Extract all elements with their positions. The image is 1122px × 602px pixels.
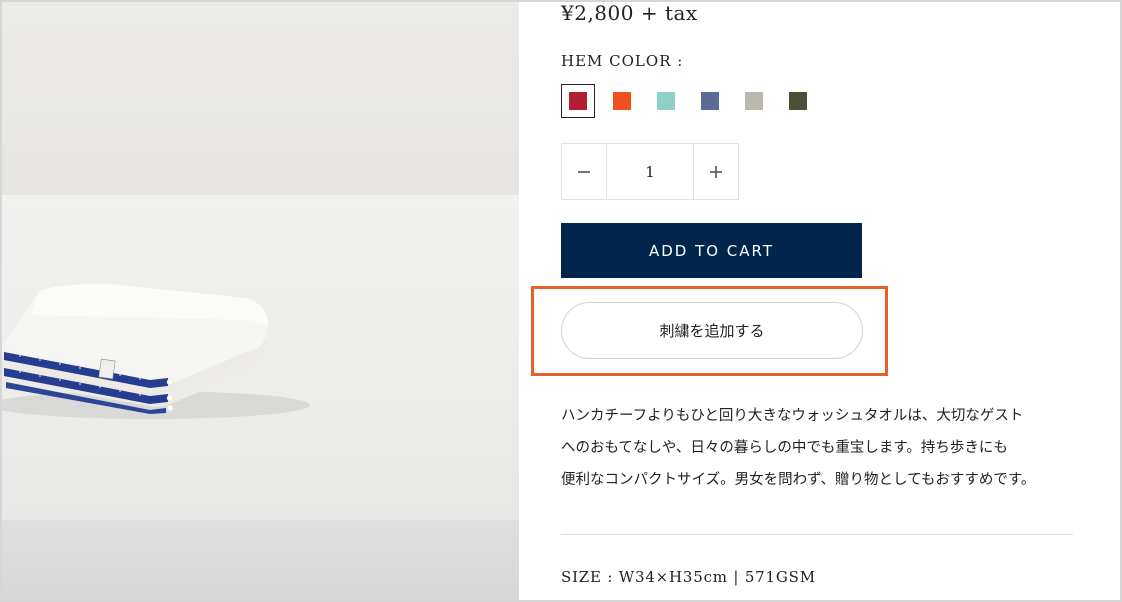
swatch-light-gray[interactable] (737, 84, 771, 118)
swatch-chip (613, 92, 631, 110)
swatch-red[interactable] (561, 84, 595, 118)
hem-color-label: HEM COLOR : (561, 52, 684, 70)
description-line: ハンカチーフよりもひと回り大きなウォッシュタオルは、大切なゲスト (561, 408, 1024, 424)
description-line: 便利なコンパクトサイズ。男女を問わず、贈り物としてもおすすめです。 (561, 472, 1036, 488)
swatch-orange[interactable] (605, 84, 639, 118)
plus-icon (710, 165, 722, 178)
increase-quantity-button[interactable] (694, 144, 738, 199)
product-price: ¥2,800 + tax (561, 1, 698, 25)
add-to-cart-button[interactable]: ADD TO CART (561, 223, 862, 278)
quantity-stepper: 1 (561, 143, 739, 200)
folded-towel-image (0, 283, 310, 419)
swatch-chip (745, 92, 763, 110)
hem-color-swatches (561, 84, 825, 118)
divider (561, 534, 1073, 535)
product-description: ハンカチーフよりもひと回り大きなウォッシュタオルは、大切なゲスト へのおもてなし… (561, 400, 1101, 496)
swatch-chip (657, 92, 675, 110)
add-embroidery-button[interactable]: 刺繍を追加する (561, 302, 863, 359)
product-photo (0, 0, 519, 602)
minus-icon (578, 170, 590, 173)
swatch-mint[interactable] (649, 84, 683, 118)
swatch-slate-blue[interactable] (693, 84, 727, 118)
product-size-spec: SIZE : W34×H35cm | 571GSM (561, 568, 816, 586)
product-details-panel: ¥2,800 + tax HEM COLOR : 1 ADD TO CART 刺… (519, 0, 1122, 602)
swatch-olive[interactable] (781, 84, 815, 118)
swatch-chip (789, 92, 807, 110)
quantity-input[interactable]: 1 (606, 144, 694, 199)
description-line: へのおもてなしや、日々の暮らしの中でも重宝します。持ち歩きにも (561, 440, 1008, 456)
swatch-chip (569, 92, 587, 110)
swatch-chip (701, 92, 719, 110)
decrease-quantity-button[interactable] (562, 144, 606, 199)
